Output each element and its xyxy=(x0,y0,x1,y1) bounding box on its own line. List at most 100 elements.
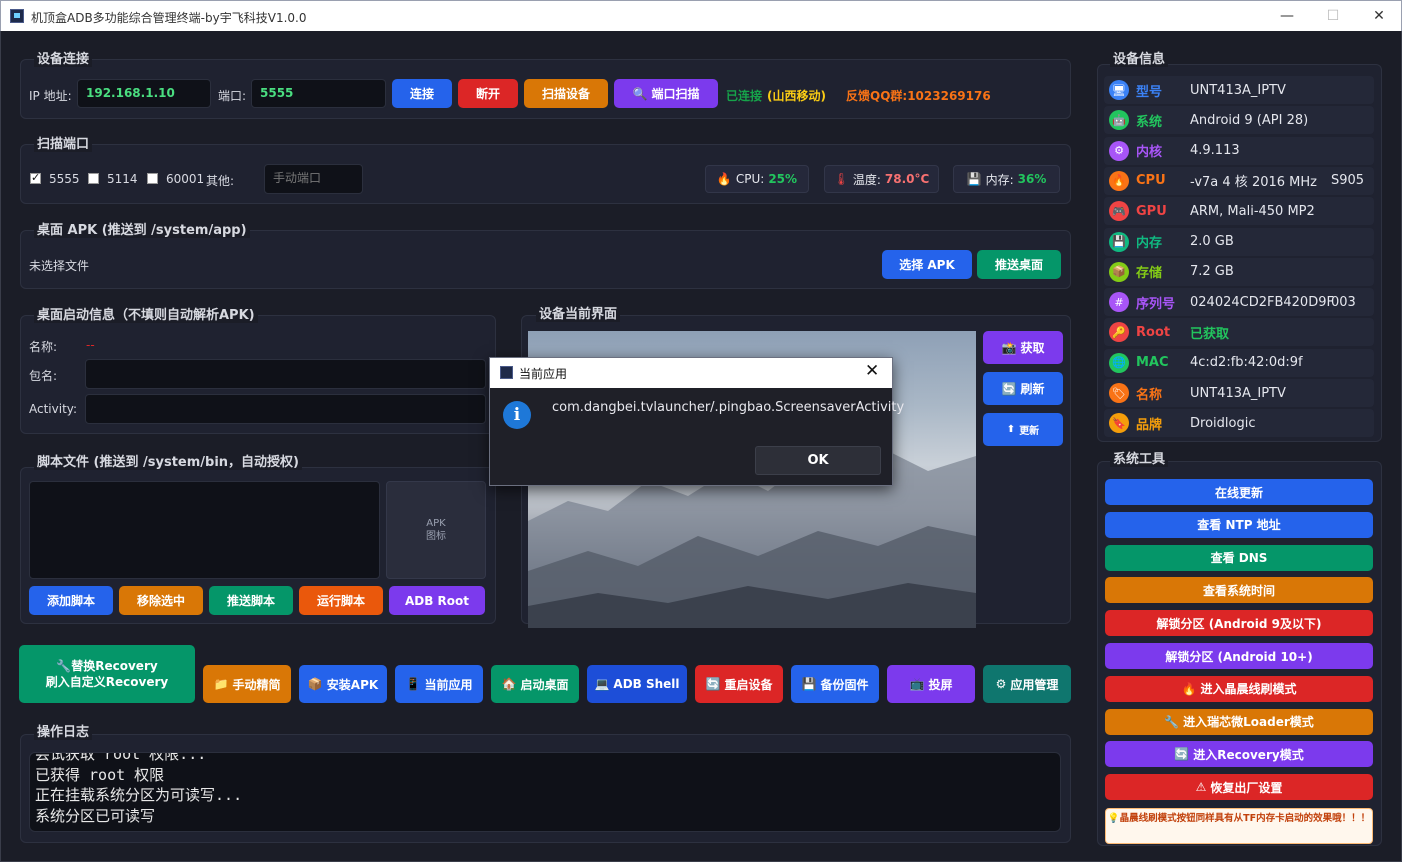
app-manage-button[interactable]: ⚙ 应用管理 xyxy=(983,665,1071,703)
disconnect-button[interactable]: 断开 xyxy=(458,79,518,108)
maximize-button[interactable]: ☐ xyxy=(1310,1,1356,31)
device-info-key: 品牌 xyxy=(1136,417,1163,433)
connect-button[interactable]: 连接 xyxy=(392,79,452,108)
temp-stat: 🌡 温度: 78.0°C xyxy=(824,165,939,193)
port-input[interactable]: 5555 xyxy=(251,79,386,108)
ip-label: IP 地址: xyxy=(29,89,72,103)
device-info-value: 4.9.113 xyxy=(1190,143,1240,159)
scan-device-button[interactable]: 扫描设备 xyxy=(524,79,608,108)
scan-port-title: 扫描端口 xyxy=(34,133,93,152)
tool-button[interactable]: 查看 DNS xyxy=(1105,544,1373,571)
isp-label: (山西移动) xyxy=(767,89,826,103)
manual-port-input[interactable]: 手动端口 xyxy=(264,164,363,194)
device-info-row: 📦 存储 7.2 GB xyxy=(1104,257,1374,286)
tool-button[interactable]: 🔧 进入瑞芯微Loader模式 xyxy=(1105,708,1373,735)
replace-recovery-button[interactable]: 🔧替换Recovery 刷入自定义Recovery xyxy=(19,645,195,703)
tool-button[interactable]: 🔥 进入晶晨线刷模式 xyxy=(1105,675,1373,702)
current-app-button[interactable]: 📱 当前应用 xyxy=(395,665,483,703)
terminal-icon: 💻 xyxy=(594,677,610,691)
update-screen-button[interactable]: ⬆ 更新 xyxy=(983,413,1063,446)
install-apk-button[interactable]: 📦 安装APK xyxy=(299,665,387,703)
push-script-button[interactable]: 推送脚本 xyxy=(209,586,293,615)
select-apk-button[interactable]: 选择 APK xyxy=(882,250,972,279)
script-list[interactable] xyxy=(29,481,380,579)
device-info-value: UNT413A_IPTV xyxy=(1190,82,1286,98)
script-title: 脚本文件 (推送到 /system/bin，自动授权) xyxy=(34,451,302,470)
add-script-button[interactable]: 添加脚本 xyxy=(29,586,113,615)
device-info-value: 4c:d2:fb:42:0d:9f xyxy=(1190,355,1303,371)
gear-icon: ⚙ xyxy=(995,677,1007,691)
tool-button[interactable]: 在线更新 xyxy=(1105,479,1373,505)
port-60001-checkbox[interactable]: 60001 xyxy=(147,172,204,186)
launch-desktop-label: 启动桌面 xyxy=(520,677,569,692)
folder-icon: 📁 xyxy=(213,677,229,691)
tool-button[interactable]: 查看系统时间 xyxy=(1105,577,1373,604)
tool-button-label: 进入Recovery模式 xyxy=(1193,747,1304,762)
android-icon: 🤖 xyxy=(1109,110,1129,131)
tool-button[interactable]: ⚠ 恢复出厂设置 xyxy=(1105,774,1373,801)
storage-icon: 📦 xyxy=(1109,261,1129,282)
adb-root-button[interactable]: ADB Root xyxy=(389,586,485,615)
dialog-title-bar: 当前应用 ✕ xyxy=(490,358,892,388)
apk-icon-caption: 图标 xyxy=(426,531,446,542)
adb-shell-button[interactable]: 💻 ADB Shell xyxy=(587,665,687,703)
cpu-stat: 🔥 CPU: 25% xyxy=(705,165,809,193)
device-info-title: 设备信息 xyxy=(1110,48,1169,67)
push-desktop-button[interactable]: 推送桌面 xyxy=(977,250,1061,279)
tool-button[interactable]: 查看 NTP 地址 xyxy=(1105,511,1373,538)
desktop-apk-title: 桌面 APK (推送到 /system/app) xyxy=(34,219,250,238)
dialog-app-icon xyxy=(500,366,513,379)
device-info-key: 内存 xyxy=(1136,236,1163,251)
remove-selected-button[interactable]: 移除选中 xyxy=(119,586,203,615)
port-scan-button[interactable]: 🔍 端口扫描 xyxy=(614,79,718,108)
log-output[interactable]: 尝试获取 root 权限... 已获得 root 权限 正在挂载系统分区为可读写… xyxy=(29,752,1061,832)
refresh-screen-button[interactable]: 🔄 刷新 xyxy=(983,372,1063,405)
refresh-icon: 🔄 xyxy=(1001,381,1017,396)
device-info-key: MAC xyxy=(1136,355,1169,371)
minimize-button[interactable]: — xyxy=(1264,1,1310,31)
reboot-label: 重启设备 xyxy=(724,677,773,692)
manual-slim-button[interactable]: 📁 手动精简 xyxy=(203,665,291,703)
label-icon: 🔖 xyxy=(1109,413,1129,434)
tool-button-label: 解锁分区 (Android 9及以下) xyxy=(1156,616,1322,631)
cast-screen-button[interactable]: 📺 投屏 xyxy=(887,665,975,703)
tool-button-label: 查看 DNS xyxy=(1210,551,1268,566)
log-line: 尝试获取 root 权限... xyxy=(35,752,207,763)
log-line: 正在挂载系统分区为可读写... xyxy=(35,786,243,804)
port-5555-checkbox[interactable]: 5555 xyxy=(30,171,80,186)
dialog-close-icon[interactable]: ✕ xyxy=(865,361,879,381)
device-info-row: 🏷 名称 UNT413A_IPTV xyxy=(1104,379,1374,407)
cast-screen-label: 投屏 xyxy=(928,677,953,692)
port-5114-checkbox[interactable]: 5114 xyxy=(88,172,138,186)
dialog-ok-button[interactable]: OK xyxy=(755,446,881,475)
lightbulb-icon: 💡 xyxy=(1107,813,1120,824)
tool-button-label: 查看系统时间 xyxy=(1202,583,1275,598)
phone-icon: 📱 xyxy=(405,677,421,691)
upload-icon: ⬆ xyxy=(1006,424,1016,435)
gamepad-icon: 🎮 xyxy=(1109,201,1129,222)
app-manage-label: 应用管理 xyxy=(1010,677,1059,692)
mem-stat-value: 36% xyxy=(1017,172,1047,186)
window-title: 机顶盒ADB多功能综合管理终端-by宇飞科技V1.0.0 xyxy=(31,11,307,25)
device-info-value: UNT413A_IPTV xyxy=(1190,385,1286,401)
tool-button[interactable]: 解锁分区 (Android 10+) xyxy=(1105,643,1373,669)
package-input[interactable] xyxy=(85,359,486,389)
reboot-button[interactable]: 🔄 重启设备 xyxy=(695,665,783,703)
tool-button[interactable]: 🔄 进入Recovery模式 xyxy=(1105,741,1373,768)
launch-desktop-button[interactable]: 🏠 启动桌面 xyxy=(491,665,579,703)
fire-icon: 🔥 xyxy=(716,172,732,186)
tag-icon: 🏷 xyxy=(1109,383,1129,403)
warning-note: 💡晶晨线刷模式按钮同样具有从TF内存卡启动的效果哦！！！ xyxy=(1105,808,1373,844)
activity-input[interactable] xyxy=(85,394,486,424)
get-screen-button[interactable]: 📸 获取 xyxy=(983,331,1063,364)
search-icon: 🔍 xyxy=(632,86,648,101)
adb-shell-label: ADB Shell xyxy=(613,677,680,691)
device-info-value: 024024CD2FB420D9F xyxy=(1190,294,1334,310)
tool-button[interactable]: 解锁分区 (Android 9及以下) xyxy=(1105,610,1373,637)
close-button[interactable]: ✕ xyxy=(1356,1,1402,31)
device-info-key: 型号 xyxy=(1136,84,1163,100)
backup-firmware-button[interactable]: 💾 备份固件 xyxy=(791,665,879,703)
run-script-button[interactable]: 运行脚本 xyxy=(299,586,383,615)
app-icon xyxy=(10,9,24,23)
ip-input[interactable]: 192.168.1.10 xyxy=(77,79,211,108)
